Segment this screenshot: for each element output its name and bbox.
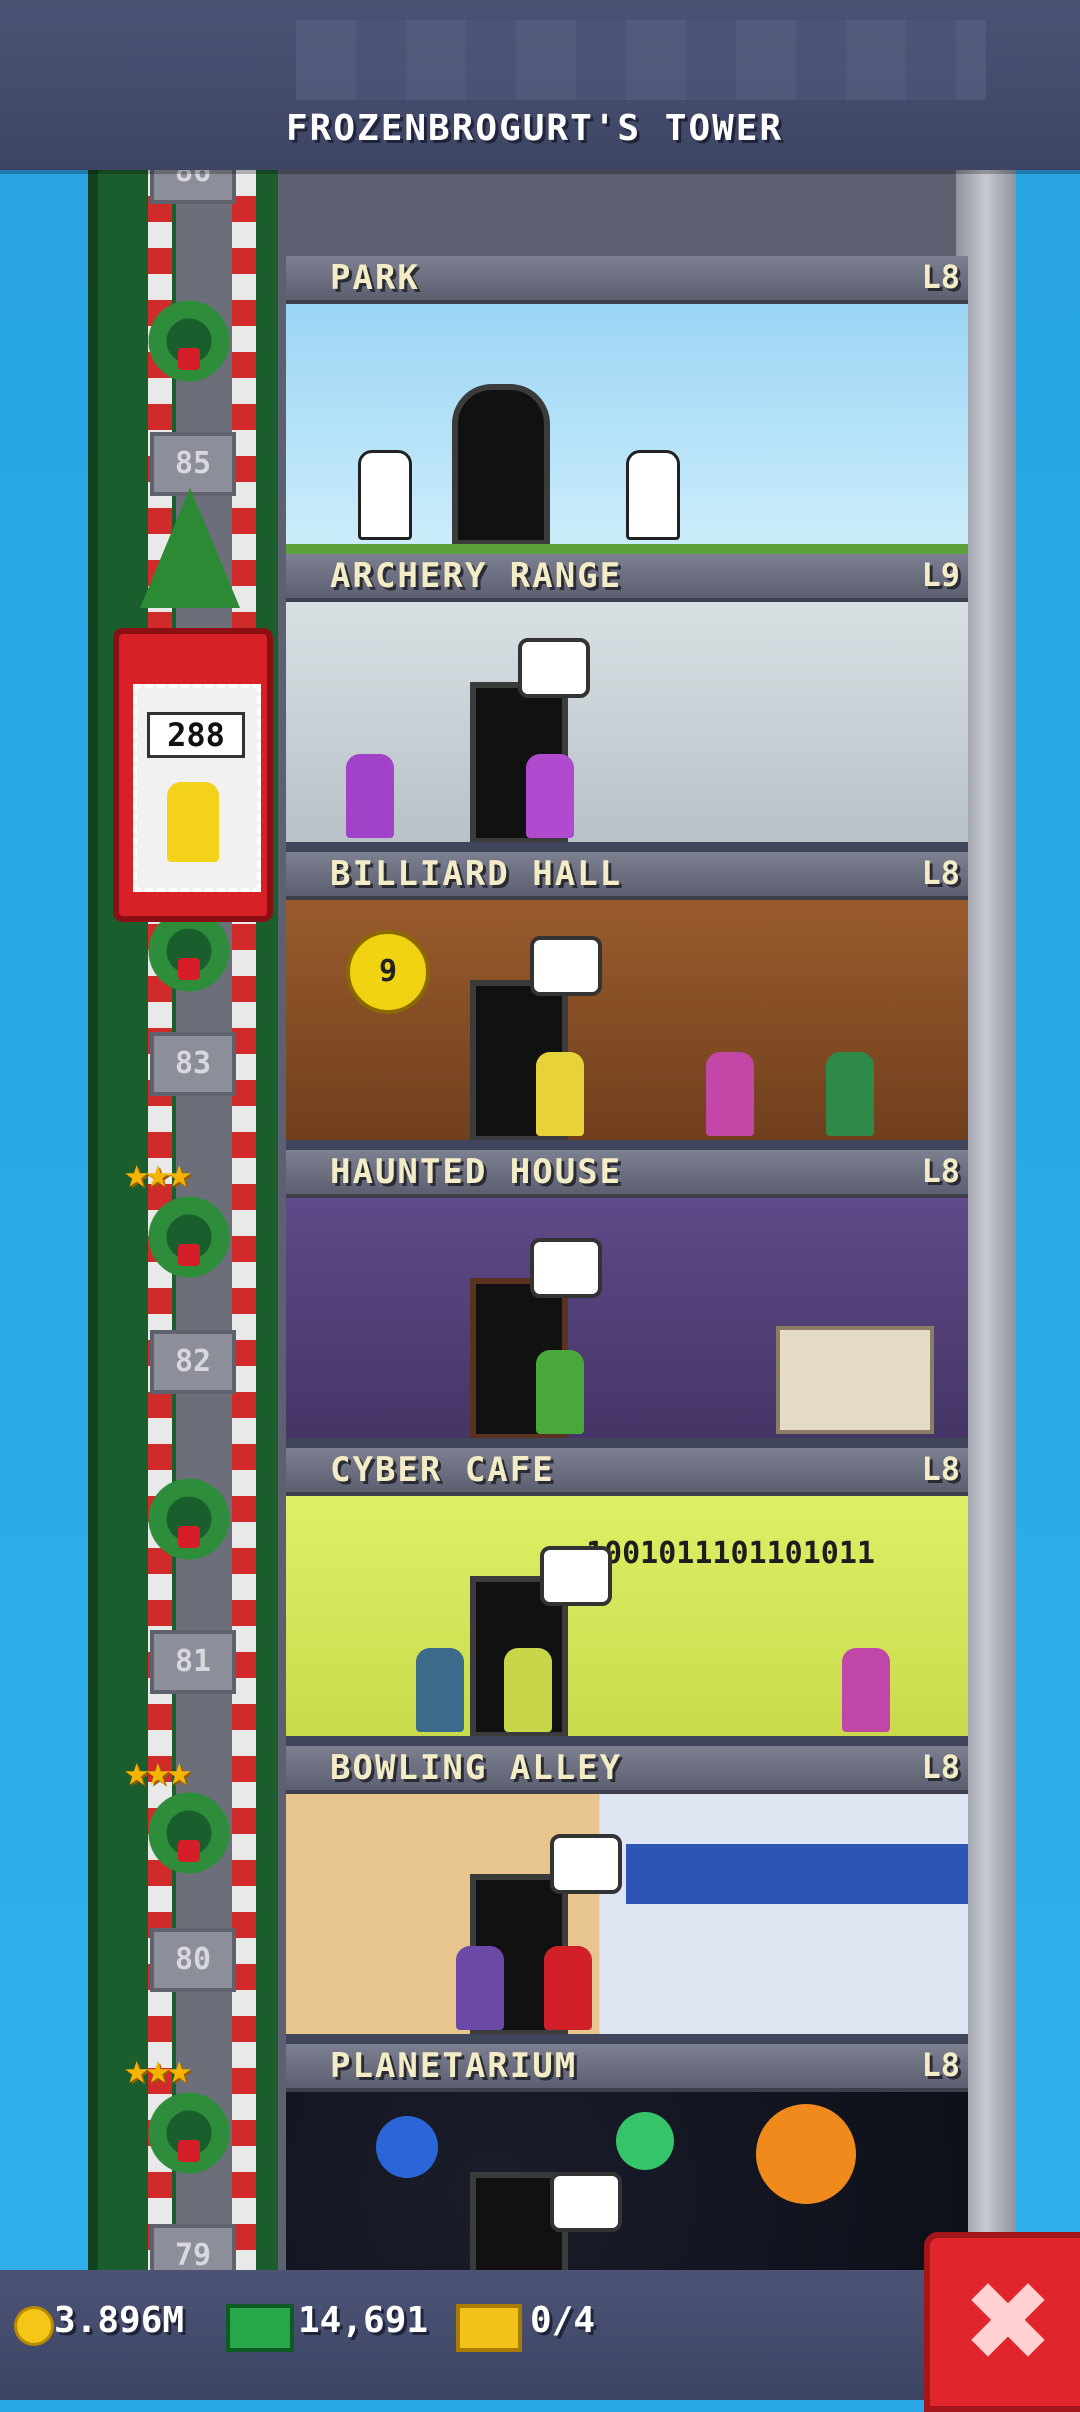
tower: PARK L8 ARCHERY RANGE L9 BILLIARD HALL L… [278,40,1016,2342]
floor-bowling-alley[interactable]: BOWLING ALLEY L8 [286,1746,968,2044]
thought-bubble[interactable] [530,936,602,996]
floor-label-bar: PLANETARIUM L8 [286,2044,968,2092]
binary-text: 1001011101101011 [586,1536,875,1571]
floor-label-bar: BOWLING ALLEY L8 [286,1746,968,1794]
thought-bubble[interactable] [540,1546,612,1606]
tickets-value: 0/4 [530,2300,596,2341]
floor-marker-80: 80 [150,1928,236,1992]
floor-name: ARCHERY RANGE [330,556,623,596]
floor-label-bar: BILLIARD HALL L8 [286,852,968,900]
floor-room: 9 [286,900,968,1150]
status-bar: 3.896M 14,691 0/4 [0,2270,1080,2400]
wreath-decoration [148,1478,230,1560]
floor-room [286,602,968,852]
resident-avatar[interactable] [536,1350,584,1434]
resident-avatar[interactable] [416,1648,464,1732]
floor-name: HAUNTED HOUSE [330,1152,623,1192]
floor-name: PLANETARIUM [330,2046,578,2086]
floor-haunted-house[interactable]: HAUNTED HOUSE L8 [286,1150,968,1448]
wreath-decoration [148,1792,230,1874]
floor-level: L8 [921,258,960,296]
thought-bubble[interactable] [530,1238,602,1298]
header-floor-preview [296,20,986,100]
floor-level: L8 [921,854,960,892]
bowling-lane-sign [626,1844,968,1904]
coins-value: 3.896M [54,2300,185,2341]
wreath-decoration [148,300,230,382]
fireplace [776,1326,934,1434]
floor-label-bar: CYBER CAFE L8 [286,1448,968,1496]
floor-name: PARK [330,258,420,298]
floor-baseline [286,842,968,852]
floor-name: BILLIARD HALL [330,854,623,894]
tower-title: FROZENBROGURT'S TOWER [286,108,784,149]
bux-value: 14,691 [298,2300,429,2341]
floor-room [286,1794,968,2044]
floor-room [286,304,968,554]
planet-saturn [756,2104,856,2204]
resident-avatar[interactable] [536,1052,584,1136]
resident-avatar[interactable] [504,1648,552,1732]
thought-bubble[interactable] [518,638,590,698]
wreath-decoration [148,910,230,992]
elevator-count: 288 [147,712,245,758]
resident-avatar[interactable] [456,1946,504,2030]
thought-bubble[interactable] [550,2172,622,2232]
floor-billiard-hall[interactable]: BILLIARD HALL L8 9 [286,852,968,1150]
golden-ticket-icon [456,2304,522,2352]
floor-label-bar: PARK L8 [286,256,968,304]
billiard-ball: 9 [346,930,430,1014]
resident-avatar[interactable] [826,1052,874,1136]
resident-avatar[interactable] [842,1648,890,1732]
floor-archery-range[interactable]: ARCHERY RANGE L9 [286,554,968,852]
resident-avatar[interactable] [526,754,574,838]
floor-door [452,384,550,546]
thought-bubble[interactable] [550,1834,622,1894]
floor-baseline [286,1140,968,1150]
floor-park[interactable]: PARK L8 [286,256,968,554]
floor-level: L8 [921,1152,960,1190]
resident-avatar[interactable] [544,1946,592,2030]
wreath-decoration [148,1196,230,1278]
floor-room: 1001011101101011 [286,1496,968,1746]
floor-baseline [286,1736,968,1746]
floor-marker-83: 83 [150,1032,236,1096]
floor-level: L9 [921,556,960,594]
floor-baseline [286,2034,968,2044]
elevator-car[interactable]: 288 [113,628,273,922]
planet-green [616,2112,674,2170]
floor-label-bar: ARCHERY RANGE L9 [286,554,968,602]
floor-baseline [286,1438,968,1448]
resident-avatar[interactable] [358,450,412,540]
floor-label-bar: HAUNTED HOUSE L8 [286,1150,968,1198]
christmas-tree-decoration [140,488,240,608]
floor-marker-85: 85 [150,432,236,496]
floor-marker-81: 81 [150,1630,236,1694]
elevator-rider-avatar [167,782,219,862]
tower-header: FROZENBROGURT'S TOWER [0,0,1080,170]
floor-level: L8 [921,1450,960,1488]
floor-baseline [286,544,968,554]
floor-level: L8 [921,1748,960,1786]
three-stars-icon: ★★★ [124,1148,192,1197]
floor-level: L8 [921,2046,960,2084]
floor-marker-82: 82 [150,1330,236,1394]
resident-avatar[interactable] [706,1052,754,1136]
floor-name: BOWLING ALLEY [330,1748,623,1788]
planet-blue [376,2116,438,2178]
close-button[interactable]: ✖ [924,2232,1080,2412]
three-stars-icon: ★★★ [124,2044,192,2093]
resident-avatar[interactable] [346,754,394,838]
wreath-decoration [148,2092,230,2174]
floor-name: CYBER CAFE [330,1450,555,1490]
floor-cyber-cafe[interactable]: CYBER CAFE L8 1001011101101011 [286,1448,968,1746]
floor-room [286,1198,968,1448]
coin-icon [14,2306,54,2346]
resident-avatar[interactable] [626,450,680,540]
tower-bux-icon [226,2304,294,2352]
three-stars-icon: ★★★ [124,1746,192,1795]
